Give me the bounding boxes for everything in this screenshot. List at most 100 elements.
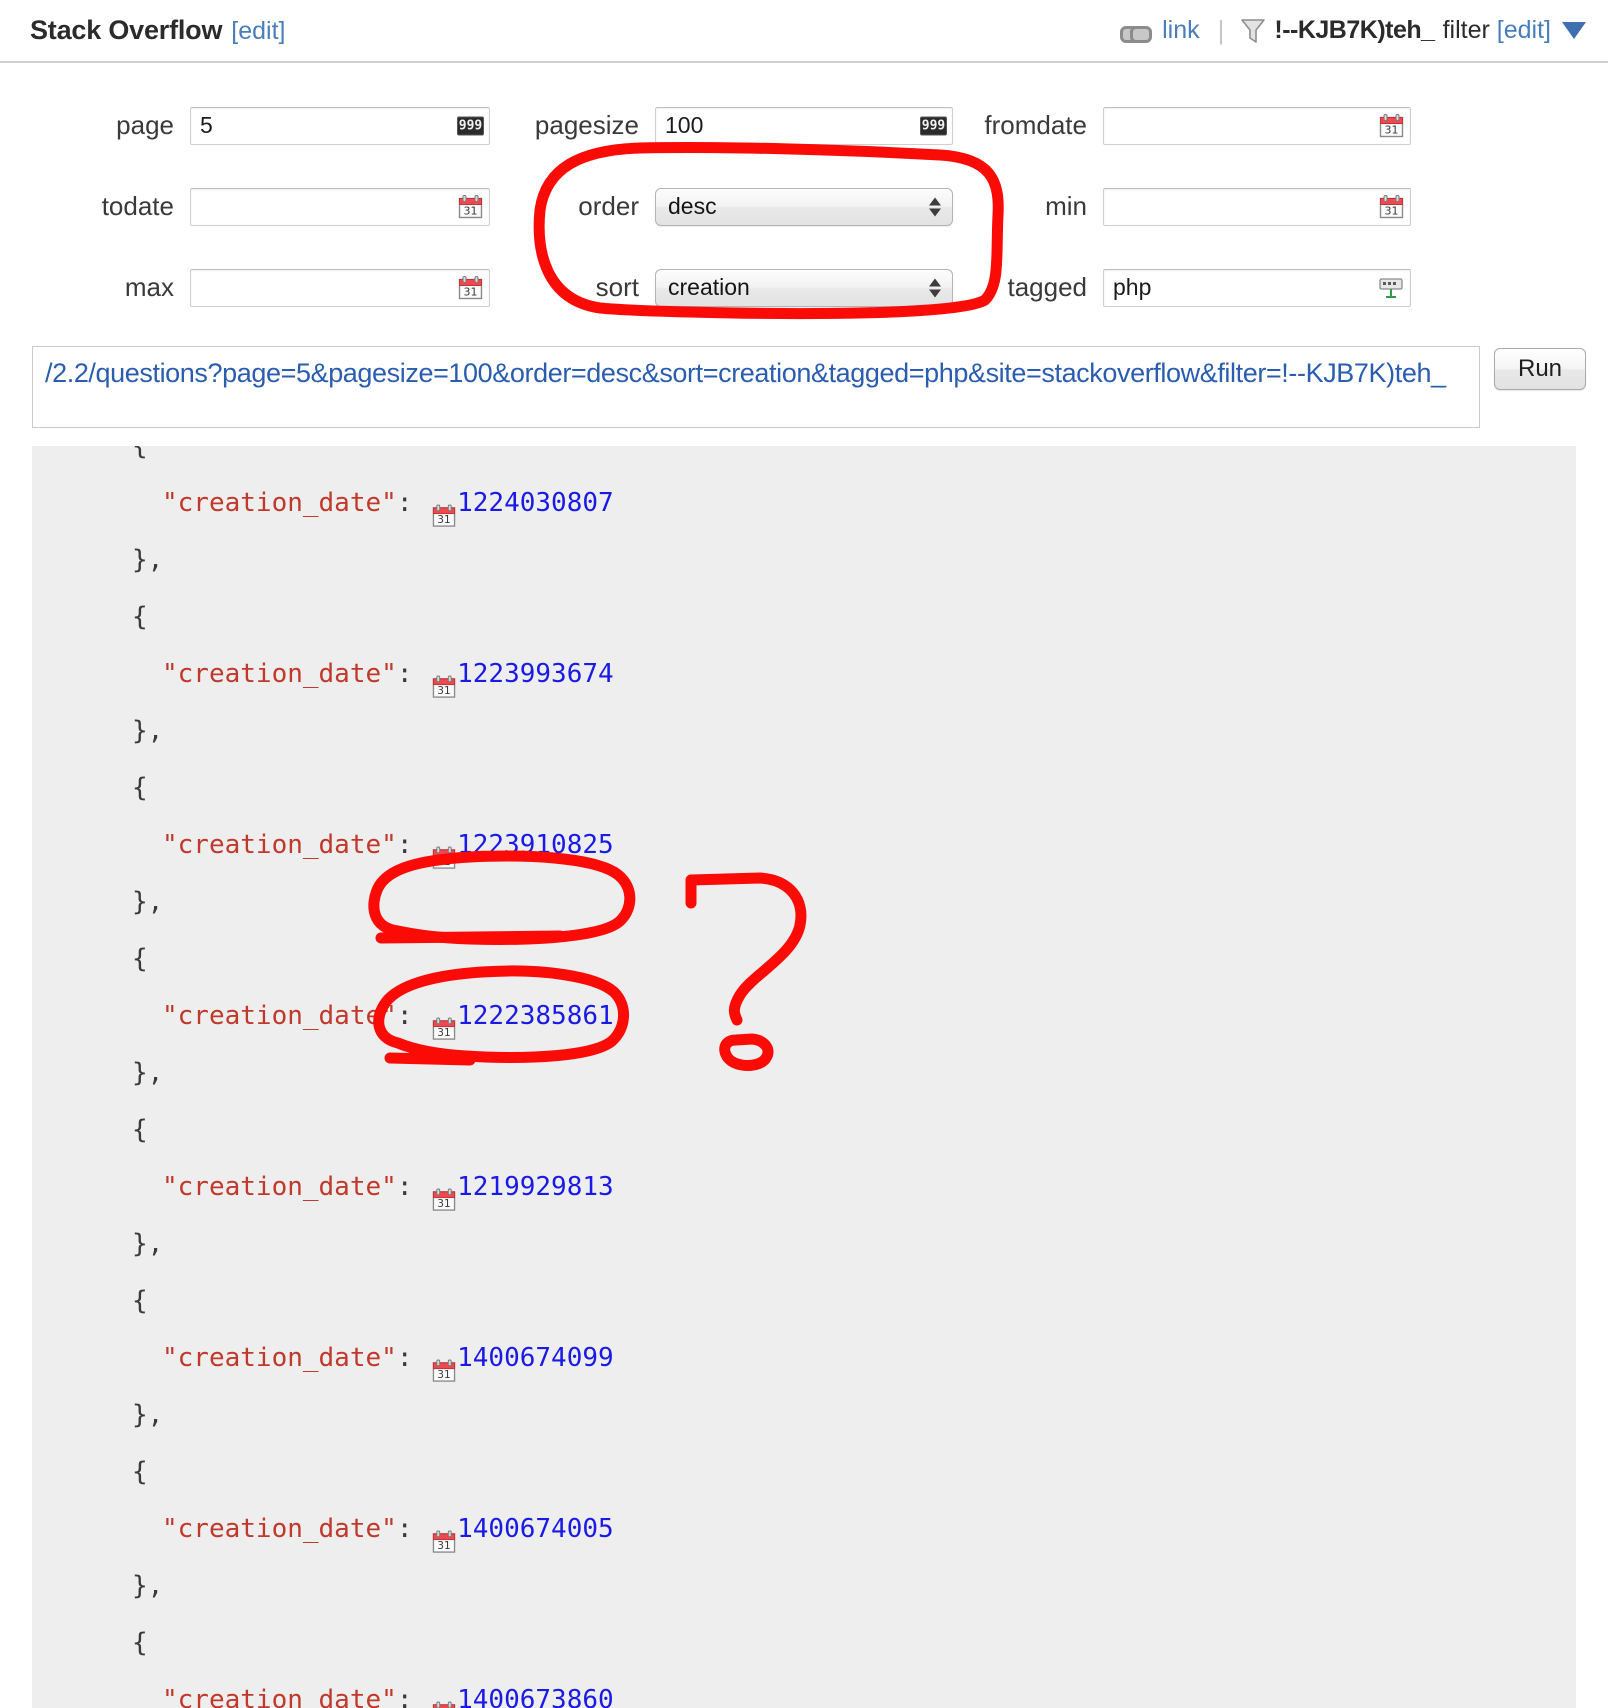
json-key: "creation_date" (162, 1685, 397, 1708)
label-page: page (116, 110, 174, 140)
counter-999-icon[interactable]: 999 (457, 116, 484, 135)
page-title: Stack Overflow (30, 15, 223, 45)
query-parameters-form: page 999 pagesize 999 fromdate (0, 63, 1608, 336)
header-right-group: link | !--KJB7K)teh_ filter [edit] (1120, 15, 1586, 46)
json-key: "creation_date" (162, 488, 397, 518)
json-key: "creation_date" (162, 659, 397, 689)
json-entry-row: "creation_date": 31 1224030807 (32, 475, 1576, 532)
spinner-icon[interactable] (929, 278, 941, 297)
json-open-brace: { (132, 1457, 148, 1487)
run-button[interactable]: Run (1494, 348, 1586, 390)
json-key: "creation_date" (162, 830, 397, 860)
max-input-wrapper[interactable]: 31 (190, 268, 490, 307)
json-entry-row: "creation_date": 31 1223993674 (32, 646, 1576, 703)
tagged-input-wrapper[interactable] (1103, 268, 1411, 307)
svg-text:31: 31 (464, 204, 478, 217)
calendar-icon[interactable]: 31 (458, 275, 483, 300)
json-entry-row: "creation_date": 31 1400674099 (32, 1330, 1576, 1387)
json-value-creation-date: 1400674099 (457, 1343, 614, 1373)
json-value-creation-date: 1400674005 (457, 1514, 614, 1544)
json-close-brace: }, (132, 887, 164, 917)
sort-select-value: creation (668, 274, 750, 300)
json-body: { "creation_date": 31 1224030807}, { "creati… (32, 446, 1576, 1708)
json-key: "creation_date" (162, 1514, 397, 1544)
fromdate-input-wrapper[interactable]: 31 (1103, 106, 1411, 145)
form-row-3: max 31 sort creation tagged php (0, 247, 1608, 328)
json-key: "creation_date" (162, 1001, 397, 1031)
label-pagesize: pagesize (534, 110, 639, 140)
field-pagesize: pagesize 999 (490, 106, 953, 145)
json-close-brace: }, (132, 1058, 164, 1088)
svg-text:31: 31 (1385, 204, 1399, 217)
page-header: Stack Overflow [edit] link | !--KJB7K)te… (0, 0, 1608, 63)
svg-text:31: 31 (437, 1027, 450, 1039)
json-close-brace: }, (132, 1400, 164, 1430)
json-result-pane[interactable]: { "creation_date": 31 1224030807}, { "creati… (32, 446, 1576, 1708)
calendar-icon: 31 (432, 1518, 456, 1553)
json-entry-row: "creation_date": 311400673860 (32, 1672, 1576, 1708)
field-fromdate: fromdate 31 (953, 106, 1411, 145)
field-todate: todate 31 (0, 187, 490, 226)
label-sort: sort (595, 272, 639, 302)
todate-input-wrapper[interactable]: 31 (190, 187, 490, 226)
order-select[interactable]: desc (655, 187, 953, 226)
json-open-brace: { (132, 944, 148, 974)
label-order: order (578, 191, 639, 221)
filter-edit-link[interactable]: [edit] (1497, 16, 1551, 45)
api-explorer-page: Stack Overflow [edit] link | !--KJB7K)te… (0, 0, 1608, 1708)
max-input[interactable] (200, 274, 455, 301)
json-close-brace: }, (132, 716, 164, 746)
link-button[interactable]: link (1162, 16, 1200, 45)
page-input[interactable] (200, 112, 455, 139)
min-input-wrapper[interactable]: 31 (1103, 187, 1411, 226)
json-open-brace: { (132, 1628, 148, 1658)
json-open-brace: { (132, 773, 148, 803)
min-input[interactable] (1113, 193, 1376, 220)
svg-text:31: 31 (437, 514, 450, 526)
svg-text:31: 31 (437, 1198, 450, 1210)
json-close-brace: }, (132, 1571, 164, 1601)
json-open-brace: { (132, 602, 148, 632)
request-url[interactable]: /2.2/questions?page=5&pagesize=100&order… (32, 346, 1480, 428)
calendar-icon[interactable]: 31 (458, 194, 483, 219)
svg-text:31: 31 (437, 856, 450, 868)
todate-input[interactable] (200, 193, 455, 220)
json-open-brace: { (132, 1115, 148, 1145)
request-url-row: /2.2/questions?page=5&pagesize=100&order… (0, 336, 1608, 428)
sort-select[interactable]: creation (655, 268, 953, 307)
field-order: order desc (490, 187, 953, 226)
json-value-creation-date: 1223993674 (457, 659, 614, 689)
json-entry-row: "creation_date": 31 1223910825 (32, 817, 1576, 874)
calendar-icon[interactable]: 31 (1379, 194, 1404, 219)
json-close-brace: }, (132, 1229, 164, 1259)
page-input-wrapper[interactable]: 999 (190, 106, 490, 145)
fromdate-input[interactable] (1113, 112, 1376, 139)
field-max: max 31 (0, 268, 490, 307)
filter-id-label: !--KJB7K)teh_ (1274, 16, 1435, 44)
order-select-value: desc (668, 193, 717, 219)
site-edit-link[interactable]: [edit] (231, 17, 285, 46)
calendar-icon: 31 (432, 1347, 456, 1382)
pagesize-input[interactable] (665, 112, 918, 139)
spinner-icon[interactable] (929, 197, 941, 216)
field-sort: sort creation (490, 268, 953, 307)
svg-text:31: 31 (437, 1369, 450, 1381)
calendar-icon[interactable]: 31 (1379, 113, 1404, 138)
tagged-input[interactable] (1113, 274, 1376, 301)
filter-word-label: filter (1442, 16, 1490, 44)
link-chain-icon (1120, 22, 1153, 43)
svg-text:31: 31 (1385, 123, 1399, 136)
calendar-icon: 31 (432, 1689, 456, 1708)
json-entry-row: "creation_date": 31 1222385861 (32, 988, 1576, 1045)
calendar-icon: 31 (432, 834, 456, 869)
json-key: "creation_date" (162, 1172, 397, 1202)
field-tagged: tagged (953, 268, 1411, 307)
chevron-down-icon[interactable] (1562, 22, 1586, 39)
json-close-brace: }, (132, 545, 164, 575)
counter-999-icon[interactable]: 999 (920, 116, 947, 135)
tags-icon[interactable] (1378, 277, 1404, 299)
header-divider: | (1217, 15, 1225, 45)
calendar-icon: 31 (432, 663, 456, 698)
pagesize-input-wrapper[interactable]: 999 (655, 106, 953, 145)
json-value-creation-date: 1400673860 (457, 1685, 614, 1708)
